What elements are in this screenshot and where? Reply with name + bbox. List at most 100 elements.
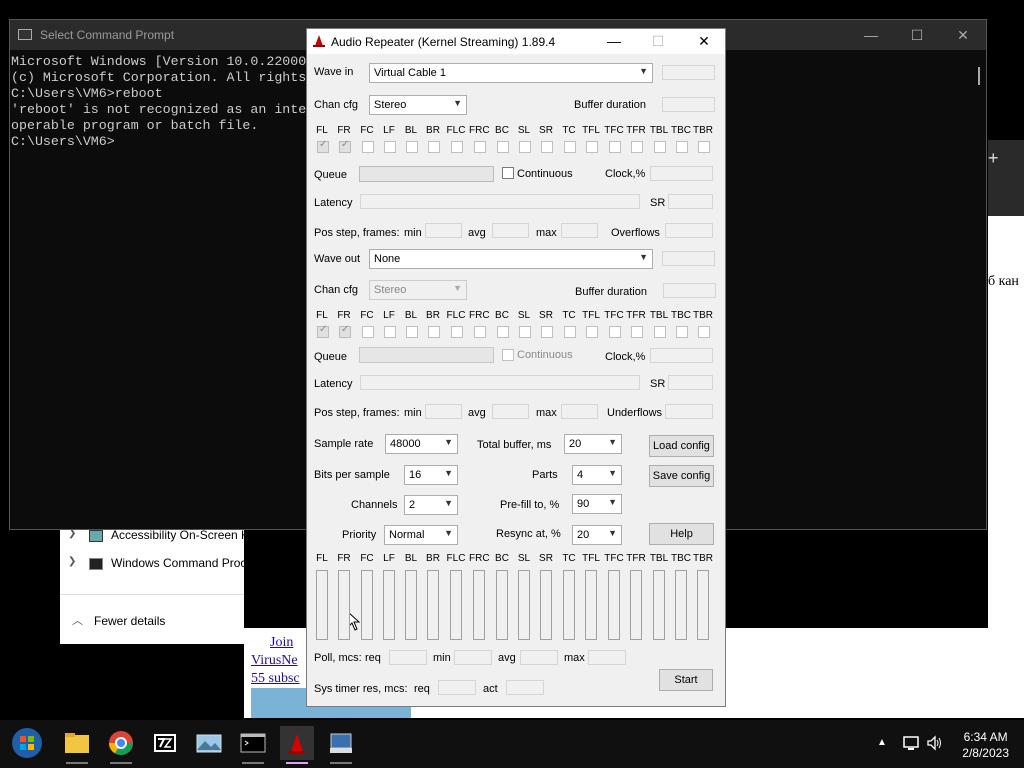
- close-button[interactable]: ✕: [940, 20, 986, 50]
- channel-checkbox-in[interactable]: [698, 141, 710, 153]
- start-button[interactable]: [10, 726, 44, 760]
- network-icon[interactable]: [902, 734, 920, 752]
- join-link[interactable]: Join: [270, 635, 293, 651]
- priority-dropdown[interactable]: Normal ▼: [384, 525, 458, 545]
- volume-icon[interactable]: [926, 734, 944, 752]
- channel-checkbox-in[interactable]: [631, 141, 643, 153]
- channel-checkbox-in[interactable]: [362, 141, 374, 153]
- channel-checkbox-out[interactable]: [406, 326, 418, 338]
- channel-checkbox-in[interactable]: [384, 141, 396, 153]
- channel-checkbox-out[interactable]: [541, 326, 553, 338]
- pos-step-min-field: [425, 404, 462, 419]
- channel-checkbox-out[interactable]: [586, 326, 598, 338]
- channel-checkbox-in[interactable]: [406, 141, 418, 153]
- cmd-title: Select Command Prompt: [40, 28, 175, 42]
- channels-dropdown[interactable]: 2 ▼: [404, 495, 458, 515]
- system-clock[interactable]: 6:34 AM 2/8/2023: [962, 729, 1009, 761]
- channel-checkbox-in[interactable]: [519, 141, 531, 153]
- resync-dropdown[interactable]: 20 ▼: [572, 525, 622, 545]
- taskbar-chrome[interactable]: [104, 726, 138, 764]
- taskbar-on-screen-keyboard[interactable]: [324, 726, 358, 764]
- avg-label: avg: [468, 227, 486, 239]
- chevron-down-icon: ▼: [608, 468, 617, 478]
- continuous-checkbox: [502, 349, 514, 361]
- chevron-up-icon: ︿: [72, 615, 83, 627]
- channel-label-in: TBL: [649, 125, 669, 136]
- parts-dropdown[interactable]: 4 ▼: [572, 465, 622, 485]
- channel-checkbox-out[interactable]: [362, 326, 374, 338]
- taskbar-audio-repeater[interactable]: [280, 726, 314, 764]
- scrollbar-thumb[interactable]: [978, 67, 980, 85]
- maximize-button: ☐: [651, 33, 665, 49]
- new-tab-icon[interactable]: +: [988, 148, 999, 169]
- channel-checkbox-out[interactable]: [474, 326, 486, 338]
- avg-label: avg: [468, 407, 486, 419]
- chevron-right-icon[interactable]: ❯: [68, 556, 76, 567]
- chan-cfg-in-dropdown[interactable]: Stereo ▼: [369, 95, 467, 115]
- channel-checkbox-in[interactable]: [541, 141, 553, 153]
- channel-checkbox-in[interactable]: [609, 141, 621, 153]
- chevron-down-icon: ▼: [444, 498, 453, 508]
- level-meter: [697, 570, 709, 640]
- taskbar-command-prompt[interactable]: [236, 726, 270, 764]
- pos-step-min-field: [425, 223, 462, 238]
- running-indicator: [286, 762, 308, 764]
- wave-out-dropdown[interactable]: None ▼: [369, 249, 653, 269]
- minimize-button[interactable]: —: [591, 29, 637, 54]
- channel-checkbox-out[interactable]: [631, 326, 643, 338]
- maximize-button[interactable]: ☐: [894, 20, 940, 50]
- taskbar-file-explorer[interactable]: [60, 726, 94, 764]
- channel-checkbox-in[interactable]: [497, 141, 509, 153]
- meter-label: TC: [562, 553, 576, 564]
- minimize-button[interactable]: —: [848, 20, 894, 50]
- channel-checkbox-out[interactable]: [698, 326, 710, 338]
- queue-bar: [359, 347, 494, 363]
- channel-checkbox-in[interactable]: [451, 141, 463, 153]
- subscribers-link[interactable]: 55 subsc: [251, 671, 300, 687]
- channel-checkbox-out[interactable]: [654, 326, 666, 338]
- level-meter: [518, 570, 530, 640]
- channel-checkbox-out[interactable]: [497, 326, 509, 338]
- channel-label-in: FLC: [446, 125, 466, 136]
- taskbar-7zip[interactable]: [148, 726, 182, 760]
- channel-checkbox-in[interactable]: [474, 141, 486, 153]
- ar-titlebar[interactable]: Audio Repeater (Kernel Streaming) 1.89.4…: [307, 29, 725, 54]
- channel-checkbox-in[interactable]: [564, 141, 576, 153]
- audio-repeater-window[interactable]: Audio Repeater (Kernel Streaming) 1.89.4…: [306, 28, 726, 707]
- process-row[interactable]: ❯ Windows Command Proc: [60, 552, 246, 576]
- total-buffer-dropdown[interactable]: 20 ▼: [564, 434, 622, 454]
- level-meter: [496, 570, 508, 640]
- close-button[interactable]: ✕: [681, 29, 727, 54]
- 7zip-icon: [154, 734, 176, 752]
- channel-checkbox-out[interactable]: [384, 326, 396, 338]
- prefill-dropdown[interactable]: 90 ▼: [572, 494, 622, 514]
- continuous-checkbox[interactable]: [502, 167, 514, 179]
- channel-checkbox-out[interactable]: [564, 326, 576, 338]
- channel-checkbox-out[interactable]: [519, 326, 531, 338]
- channel-checkbox-out[interactable]: [451, 326, 463, 338]
- channel-checkbox-in[interactable]: [676, 141, 688, 153]
- running-indicator: [330, 762, 352, 764]
- taskbar-photos[interactable]: [192, 726, 226, 760]
- load-config-button[interactable]: Load config: [649, 435, 714, 457]
- channel-checkbox-out: [317, 324, 329, 338]
- channel-checkbox-in[interactable]: [654, 141, 666, 153]
- bits-per-sample-dropdown[interactable]: 16 ▼: [404, 465, 458, 485]
- chevron-up-icon[interactable]: ▲: [877, 737, 887, 748]
- channel-link[interactable]: VirusNe: [251, 653, 298, 669]
- chevron-down-icon: ▼: [444, 528, 453, 538]
- channel-checkbox-in[interactable]: [428, 141, 440, 153]
- start-button[interactable]: Start: [659, 669, 713, 691]
- wave-in-dropdown[interactable]: Virtual Cable 1 ▼: [369, 63, 653, 83]
- help-button[interactable]: Help: [649, 523, 714, 545]
- sample-rate-dropdown[interactable]: 48000 ▼: [385, 434, 458, 454]
- channel-checkbox-out[interactable]: [428, 326, 440, 338]
- clock-time: 6:34 AM: [963, 730, 1008, 744]
- min-label: min: [404, 227, 422, 239]
- channel-checkbox-out[interactable]: [676, 326, 688, 338]
- fewer-details-button[interactable]: ︿ Fewer details: [60, 610, 244, 634]
- task-manager-fragment: ❯ Accessibility On-Screen K ❯ Windows Co…: [60, 522, 249, 644]
- channel-checkbox-out[interactable]: [609, 326, 621, 338]
- channel-checkbox-in[interactable]: [586, 141, 598, 153]
- save-config-button[interactable]: Save config: [649, 465, 714, 487]
